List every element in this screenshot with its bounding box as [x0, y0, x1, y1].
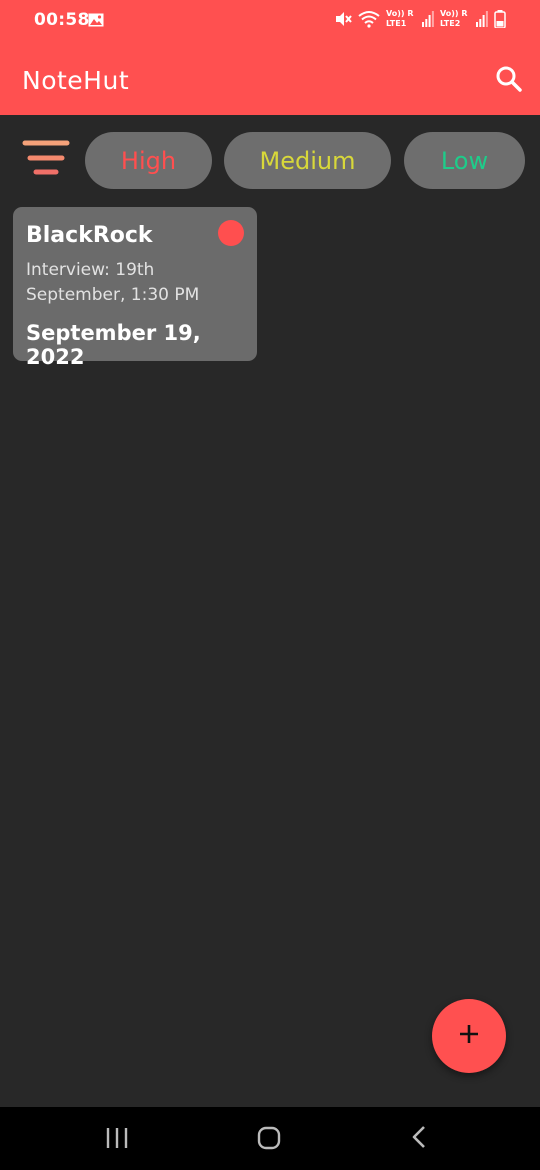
- sim1-top: Vo)) R: [386, 9, 414, 18]
- back-icon[interactable]: [408, 1123, 432, 1155]
- filter-chip-medium[interactable]: Medium: [224, 132, 391, 189]
- signal-icon: [422, 11, 434, 31]
- recents-icon[interactable]: [104, 1125, 130, 1155]
- mute-icon: [334, 10, 352, 32]
- note-card[interactable]: BlackRock Interview: 19th September, 1:3…: [13, 207, 257, 369]
- status-bar: 00:58 Vo)) R LTE1 Vo)) R LTE2: [0, 0, 540, 44]
- status-icons: Vo)) R LTE1 Vo)) R LTE2: [334, 10, 506, 32]
- note-title: BlackRock: [26, 223, 153, 248]
- sim2-indicator: Vo)) R LTE2: [440, 10, 470, 32]
- app-title: NoteHut: [22, 66, 130, 95]
- priority-indicator: [218, 220, 244, 246]
- gallery-icon: [88, 12, 104, 31]
- search-icon[interactable]: [494, 64, 524, 94]
- wifi-icon: [358, 10, 380, 32]
- battery-icon: [494, 10, 506, 32]
- note-date: September 19, 2022: [26, 321, 201, 369]
- status-time: 00:58: [34, 10, 90, 30]
- home-icon[interactable]: [256, 1125, 282, 1155]
- add-note-button[interactable]: [432, 999, 506, 1073]
- app-bar: NoteHut: [0, 44, 540, 115]
- note-body: Interview: 19th September, 1:30 PM: [26, 260, 200, 305]
- sim1-indicator: Vo)) R LTE1: [386, 10, 416, 32]
- sim1-bottom: LTE1: [386, 19, 407, 28]
- sim2-bottom: LTE2: [440, 19, 461, 28]
- sim2-top: Vo)) R: [440, 9, 468, 18]
- sort-icon[interactable]: [22, 138, 70, 186]
- plus-icon: [458, 1023, 480, 1049]
- filter-chip-high[interactable]: High: [85, 132, 212, 189]
- filter-chip-low[interactable]: Low: [404, 132, 525, 189]
- system-nav-bar: [0, 1107, 540, 1170]
- signal-icon: [476, 11, 488, 31]
